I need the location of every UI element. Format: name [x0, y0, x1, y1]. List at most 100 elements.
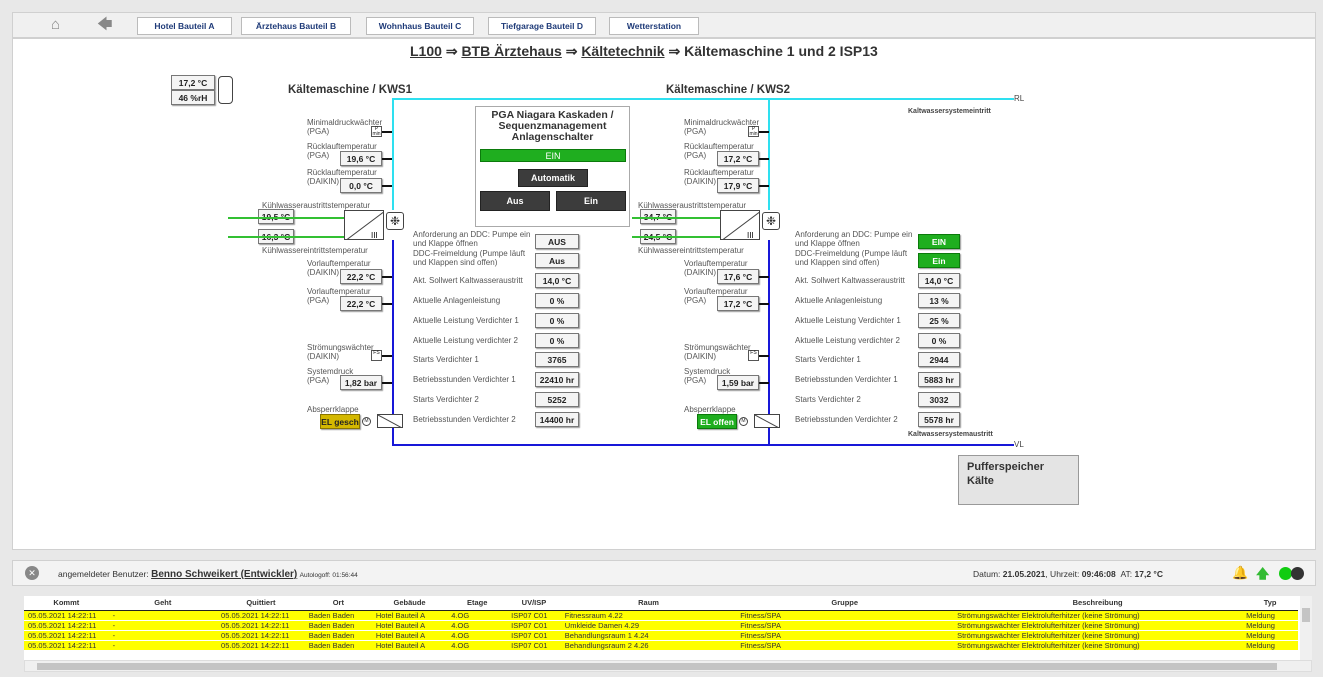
params2-label-2: Akt. Sollwert Kaltwasseraustritt [795, 276, 905, 285]
table-cell: 05.05.2021 14:22:11 [24, 630, 109, 641]
column-header[interactable]: Gebäude [371, 596, 448, 611]
vertical-scroll-thumb[interactable] [1302, 608, 1310, 622]
nav-tiefgarage-bauteil-d[interactable]: Tiefgarage Bauteil D [488, 17, 596, 35]
params1-value-5[interactable]: 0 % [535, 333, 579, 348]
breadcrumb-kaeltetechnik[interactable]: Kältetechnik [581, 43, 664, 59]
kws1-sys-value[interactable]: 1,82 bar [340, 375, 382, 390]
alarm-bell-icon[interactable]: 🔔 [1232, 565, 1248, 581]
table-cell: ISP07 C01 [507, 620, 561, 631]
time-prefix: , Uhrzeit: [1045, 569, 1080, 579]
horizontal-scroll-thumb[interactable] [37, 663, 1277, 670]
breadcrumb-l100[interactable]: L100 [410, 43, 442, 59]
table-row[interactable]: 05.05.2021 14:22:11-05.05.2021 14:22:11 B… [24, 630, 1298, 641]
params2-value-4[interactable]: 25 % [918, 313, 960, 328]
pufferspeicher-box[interactable]: Pufferspeicher Kälte [958, 455, 1079, 505]
params1-value-8[interactable]: 5252 [535, 392, 579, 407]
params2-label-4: Aktuelle Leistung Verdichter 1 [795, 316, 901, 325]
params2-value-6[interactable]: 2944 [918, 352, 960, 367]
table-cell: 05.05.2021 14:22:11 [217, 620, 305, 631]
upload-arrow-icon[interactable]: 🡅 [1256, 565, 1269, 587]
home-icon[interactable]: ⌂ [51, 16, 60, 34]
params2-value-5[interactable]: 0 % [918, 333, 960, 348]
supply-pipe [392, 444, 1014, 446]
user-name[interactable]: Benno Schweikert (Entwickler) [151, 569, 297, 580]
table-cell: - [108, 640, 218, 651]
kws2-sensor-line [759, 382, 769, 384]
puffer-line1: Pufferspeicher [967, 461, 1045, 473]
nav-aerztehaus-bauteil-b[interactable]: Ärztehaus Bauteil B [241, 17, 351, 35]
params2-label-1: DDC-Freimeldung (Pumpe läuft und Klappen… [795, 249, 908, 267]
params1-value-7[interactable]: 22410 hr [535, 372, 579, 387]
column-header[interactable]: Etage [447, 596, 508, 611]
user-info: angemeldeter Benutzer: Benno Schweikert … [58, 569, 358, 580]
status-dark-icon [1291, 567, 1304, 580]
horizontal-scrollbar[interactable] [24, 660, 1312, 672]
column-header[interactable]: Quittiert [217, 596, 305, 611]
kws2-vl-pga-value[interactable]: 17,2 °C [717, 296, 759, 311]
params2-value-9[interactable]: 5578 hr [918, 412, 960, 427]
back-arrow-icon[interactable]: 🡄 [97, 16, 113, 34]
column-header[interactable]: UV/ISP [507, 596, 561, 611]
column-header[interactable]: Gruppe [736, 596, 954, 611]
table-row[interactable]: 05.05.2021 14:22:11-05.05.2021 14:22:11 B… [24, 620, 1298, 631]
params2-value-7[interactable]: 5883 hr [918, 372, 960, 387]
table-cell: Strömungswächter Elektrolufterhitzer (ke… [953, 630, 1243, 641]
outside-temperature[interactable]: 17,2 °C [171, 75, 215, 90]
outside-humidity[interactable]: 46 %rH [171, 90, 215, 105]
column-header[interactable]: Raum [560, 596, 737, 611]
kws1-vl-daikin-value[interactable]: 22,2 °C [340, 269, 382, 284]
kws2-klappe-status[interactable]: EL offen [697, 414, 737, 429]
params1-value-9[interactable]: 14400 hr [535, 412, 579, 427]
nav-hotel-bauteil-a[interactable]: Hotel Bauteil A [137, 17, 232, 35]
params1-value-0[interactable]: AUS [535, 234, 579, 249]
params1-value-6[interactable]: 3765 [535, 352, 579, 367]
close-icon[interactable]: ✕ [25, 566, 39, 580]
params1-value-2[interactable]: 14,0 °C [535, 273, 579, 288]
column-header[interactable]: Kommt [24, 596, 109, 611]
breadcrumb-separator: ⇒ [668, 43, 681, 59]
column-header[interactable]: Geht [108, 596, 218, 611]
table-cell: 4.OG [447, 610, 508, 621]
svg-text:III: III [747, 231, 754, 240]
kws1-sw-label: Strömungswächter (DAIKIN) [307, 343, 374, 361]
kws2-rl-daikin-value[interactable]: 17,9 °C [717, 178, 759, 193]
puffer-line2: Kälte [967, 475, 994, 487]
table-row[interactable]: 05.05.2021 14:22:11-05.05.2021 14:22:11 B… [24, 610, 1298, 621]
kws1-klappe-status[interactable]: EL gesch [320, 414, 360, 429]
date-value: 21.05.2021 [1002, 569, 1046, 579]
params2-value-0[interactable]: EIN [918, 234, 960, 249]
kws2-sys-value[interactable]: 1,59 bar [717, 375, 759, 390]
kws2-rl-pga-value[interactable]: 17,2 °C [717, 151, 759, 166]
table-cell: 05.05.2021 14:22:11 [24, 610, 109, 621]
params2-value-2[interactable]: 14,0 °C [918, 273, 960, 288]
kws1-valve-icon [377, 414, 403, 428]
svg-text:III: III [371, 231, 378, 240]
nav-wohnhaus-bauteil-c[interactable]: Wohnhaus Bauteil C [366, 17, 474, 35]
column-header[interactable]: Typ [1242, 596, 1298, 611]
aus-button[interactable]: Aus [480, 191, 550, 211]
kws2-valve-icon [754, 414, 780, 428]
nav-wetterstation[interactable]: Wetterstation [609, 17, 699, 35]
breadcrumb-btb[interactable]: BTB Ärztehaus [461, 43, 561, 59]
column-header[interactable]: Beschreibung [953, 596, 1243, 611]
params2-value-1[interactable]: Ein [918, 253, 960, 268]
params1-value-4[interactable]: 0 % [535, 313, 579, 328]
table-row[interactable]: 05.05.2021 14:22:11-05.05.2021 14:22:11 B… [24, 640, 1298, 651]
params1-label-7: Betriebsstunden Verdichter 1 [413, 375, 516, 384]
params1-value-3[interactable]: 0 % [535, 293, 579, 308]
params2-value-8[interactable]: 3032 [918, 392, 960, 407]
kws1-sensor-line [382, 355, 392, 357]
kws2-vl-daikin-value[interactable]: 17,6 °C [717, 269, 759, 284]
params2-value-3[interactable]: 13 % [918, 293, 960, 308]
return-pipe [392, 98, 1014, 100]
vertical-scrollbar[interactable] [1300, 596, 1312, 660]
ein-button[interactable]: Ein [556, 191, 626, 211]
column-header[interactable]: Ort [304, 596, 372, 611]
params1-value-1[interactable]: Aus [535, 253, 579, 268]
kws1-rl-pga-value[interactable]: 19,6 °C [340, 151, 382, 166]
automatik-button[interactable]: Automatik [518, 169, 588, 187]
kws2-cooling-out-pipe [632, 217, 720, 219]
kws1-vl-pga-value[interactable]: 22,2 °C [340, 296, 382, 311]
kws2-sensor-line [759, 185, 769, 187]
kws1-rl-daikin-value[interactable]: 0,0 °C [340, 178, 382, 193]
